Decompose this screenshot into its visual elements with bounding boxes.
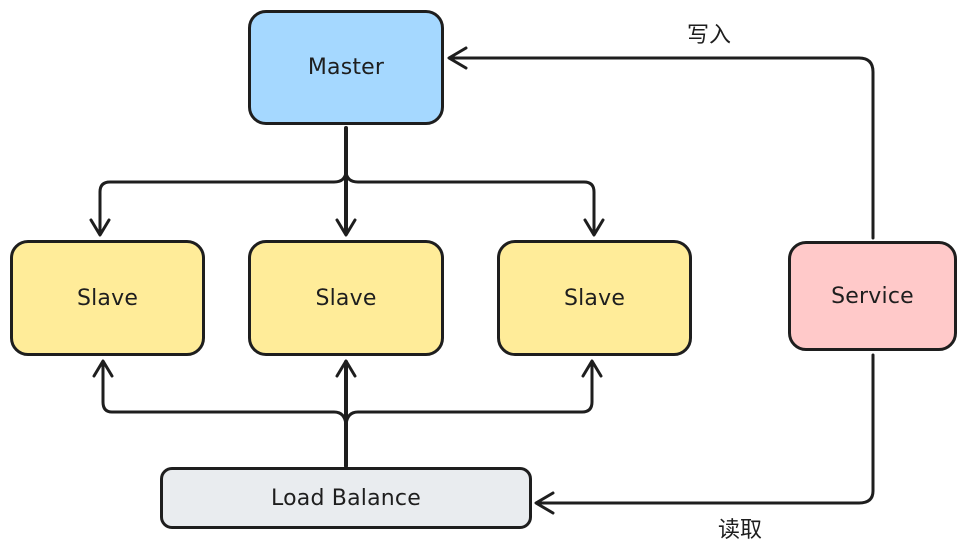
lb-to-slave-1-connector [101, 360, 348, 427]
service-to-lb-connector [535, 353, 875, 505]
load-balance-node[interactable]: Load Balance [160, 467, 532, 529]
service-to-master-connector [448, 56, 875, 240]
master-to-slave-1-connector [98, 170, 348, 235]
slave-3-label: Slave [563, 285, 626, 311]
slave-node-2[interactable]: Slave [248, 240, 444, 356]
slave-1-label: Slave [76, 285, 139, 311]
slave-2-label: Slave [315, 285, 377, 311]
master-node[interactable]: Master [248, 10, 444, 125]
slave-node-1[interactable]: Slave [10, 240, 205, 356]
architecture-diagram: Master Slave Slave Slave Service Load Ba… [0, 0, 967, 556]
master-to-slave-3-connector [344, 170, 596, 235]
lb-to-slave-3-connector [344, 360, 594, 427]
master-label: Master [307, 55, 385, 80]
service-label: Service [831, 283, 914, 309]
load-balance-label: Load Balance [271, 485, 421, 511]
slave-node-3[interactable]: Slave [497, 240, 692, 356]
service-node[interactable]: Service [788, 241, 957, 351]
write-edge-label: 写入 [687, 23, 732, 48]
read-edge-label: 读取 [718, 518, 763, 543]
